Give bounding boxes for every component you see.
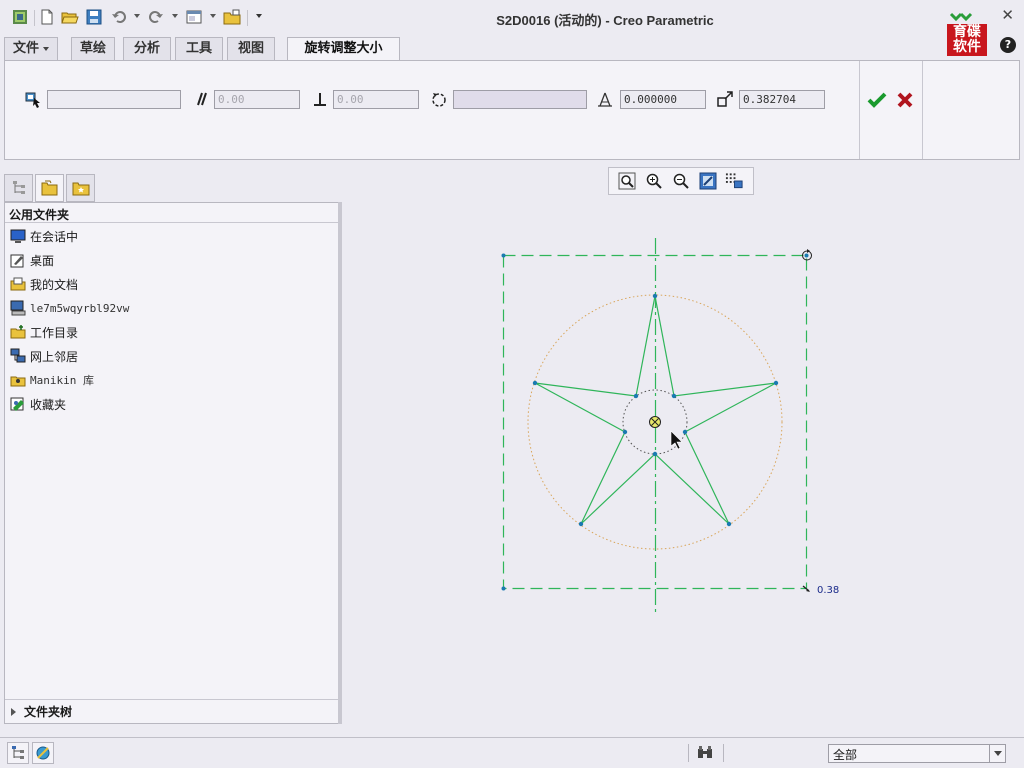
display-filter-icon[interactable] — [725, 172, 744, 191]
list-item-label: le7m5wqyrbl92vw — [30, 301, 130, 315]
scale-icon — [716, 90, 734, 108]
tab-sketch-label: 草绘 — [79, 41, 106, 56]
favorites-folder-icon — [72, 182, 89, 196]
brand-logo: 育碟 软件 — [947, 12, 987, 56]
folder-browser-icon — [41, 180, 57, 196]
tab-tools-label: 工具 — [185, 41, 212, 56]
favorites-tab[interactable] — [66, 174, 95, 202]
close-window-button[interactable]: ✕ — [1001, 8, 1014, 23]
repaint-icon[interactable] — [698, 172, 717, 191]
model-tree-tab[interactable] — [4, 174, 33, 202]
ok-button[interactable] — [866, 89, 888, 111]
refit-icon[interactable] — [617, 172, 636, 191]
help-button[interactable]: ? — [1000, 37, 1016, 53]
desktop-icon — [9, 251, 27, 269]
list-item-label: 在会话中 — [30, 229, 79, 244]
chevron-down-icon — [989, 745, 1005, 762]
list-item-label: 网上邻居 — [30, 349, 79, 364]
list-item-label: 桌面 — [30, 253, 55, 268]
model-tree-icon — [12, 181, 25, 194]
horizontal-move-icon — [192, 90, 210, 108]
navigator-panel: 公用文件夹 在会话中 桌面 我的文档 le7m5wqyrbl92vw 工作目录 … — [4, 202, 342, 724]
cancel-button[interactable] — [894, 89, 916, 111]
navigator-toggle-icon[interactable] — [7, 742, 29, 764]
chevron-right-icon — [11, 707, 16, 716]
network-icon — [9, 347, 27, 365]
find-icon[interactable] — [694, 742, 716, 764]
tab-file-label: 文件 — [12, 41, 39, 56]
my-documents-icon — [9, 275, 27, 293]
browser-toggle-icon[interactable] — [32, 742, 54, 764]
computer-icon — [9, 299, 27, 317]
status-bar: 全部 — [0, 737, 1024, 768]
list-item-label: Manikin 库 — [30, 374, 94, 387]
tab-tools[interactable]: 工具 — [175, 37, 223, 60]
in-session-icon — [9, 227, 27, 245]
list-item-in-session[interactable]: 在会话中 — [9, 225, 329, 247]
window-title: S2D0016 (活动的) - Creo Parametric — [496, 13, 714, 28]
rotate-angle-icon — [596, 90, 614, 108]
rotation-reference-field[interactable] — [453, 90, 587, 109]
common-folders-header: 公用文件夹 — [5, 203, 341, 223]
list-item-manikin-library[interactable]: Manikin 库 — [9, 369, 329, 391]
favorites-icon — [9, 395, 27, 413]
sketch-canvas[interactable]: 0.38 — [344, 200, 1020, 735]
list-item-label: 我的文档 — [30, 277, 79, 292]
vertical-move-field[interactable]: 0.00 — [333, 90, 419, 109]
list-item-my-documents[interactable]: 我的文档 — [9, 273, 329, 295]
tab-analysis-label: 分析 — [133, 41, 160, 56]
zoom-in-icon[interactable] — [644, 172, 663, 191]
select-reference-icon — [24, 90, 42, 108]
tab-sketch[interactable]: 草绘 — [71, 37, 115, 60]
title-bar: S2D0016 (活动的) - Creo Parametric 育碟 软件 ✕ — [0, 0, 1024, 56]
tab-file[interactable]: 文件 — [4, 37, 58, 60]
list-item-working-directory[interactable]: 工作目录 — [9, 321, 329, 343]
working-directory-icon — [9, 323, 27, 341]
tab-view[interactable]: 视图 — [227, 37, 275, 60]
rotate-angle-field[interactable]: 0.000000 — [620, 90, 706, 109]
tab-analysis[interactable]: 分析 — [123, 37, 171, 60]
selection-filter-select[interactable]: 全部 — [828, 744, 1006, 763]
folder-tree-toggle[interactable]: 文件夹树 — [5, 699, 341, 723]
list-item-network[interactable]: 网上邻居 — [9, 345, 329, 367]
folder-tree-label: 文件夹树 — [24, 705, 73, 719]
scale-label: 0.38 — [817, 585, 839, 596]
move-handle-icon[interactable] — [649, 416, 661, 428]
tab-rotate-resize-label: 旋转调整大小 — [304, 41, 383, 56]
graphics-toolbar — [608, 167, 754, 195]
reference-field[interactable] — [47, 90, 181, 109]
horizontal-move-field[interactable]: 0.00 — [214, 90, 300, 109]
list-item-desktop[interactable]: 桌面 — [9, 249, 329, 271]
tab-view-label: 视图 — [237, 41, 264, 56]
rotation-reference-icon — [430, 90, 448, 108]
tab-rotate-resize[interactable]: 旋转调整大小 — [287, 37, 400, 62]
chevron-down-icon — [43, 46, 49, 51]
list-item-label: 收藏夹 — [30, 397, 67, 412]
list-item-computer[interactable]: le7m5wqyrbl92vw — [9, 297, 329, 319]
folder-browser-tab[interactable] — [35, 174, 64, 202]
zoom-out-icon[interactable] — [671, 172, 690, 191]
panel-resize-handle[interactable] — [338, 202, 342, 724]
manikin-library-icon — [9, 371, 27, 389]
logo-text-bottom: 软件 — [953, 39, 981, 55]
scale-field[interactable]: 0.382704 — [739, 90, 825, 109]
vertical-move-icon — [311, 90, 329, 108]
mouse-cursor-icon — [670, 430, 683, 450]
list-item-label: 工作目录 — [30, 325, 79, 340]
selection-filter-value: 全部 — [833, 748, 858, 762]
list-item-favorites[interactable]: 收藏夹 — [9, 393, 329, 415]
rotate-resize-dashboard: 0.00 0.00 0.000000 0.382704 — [4, 60, 1020, 160]
logo-text-top: 育碟 — [953, 24, 981, 40]
